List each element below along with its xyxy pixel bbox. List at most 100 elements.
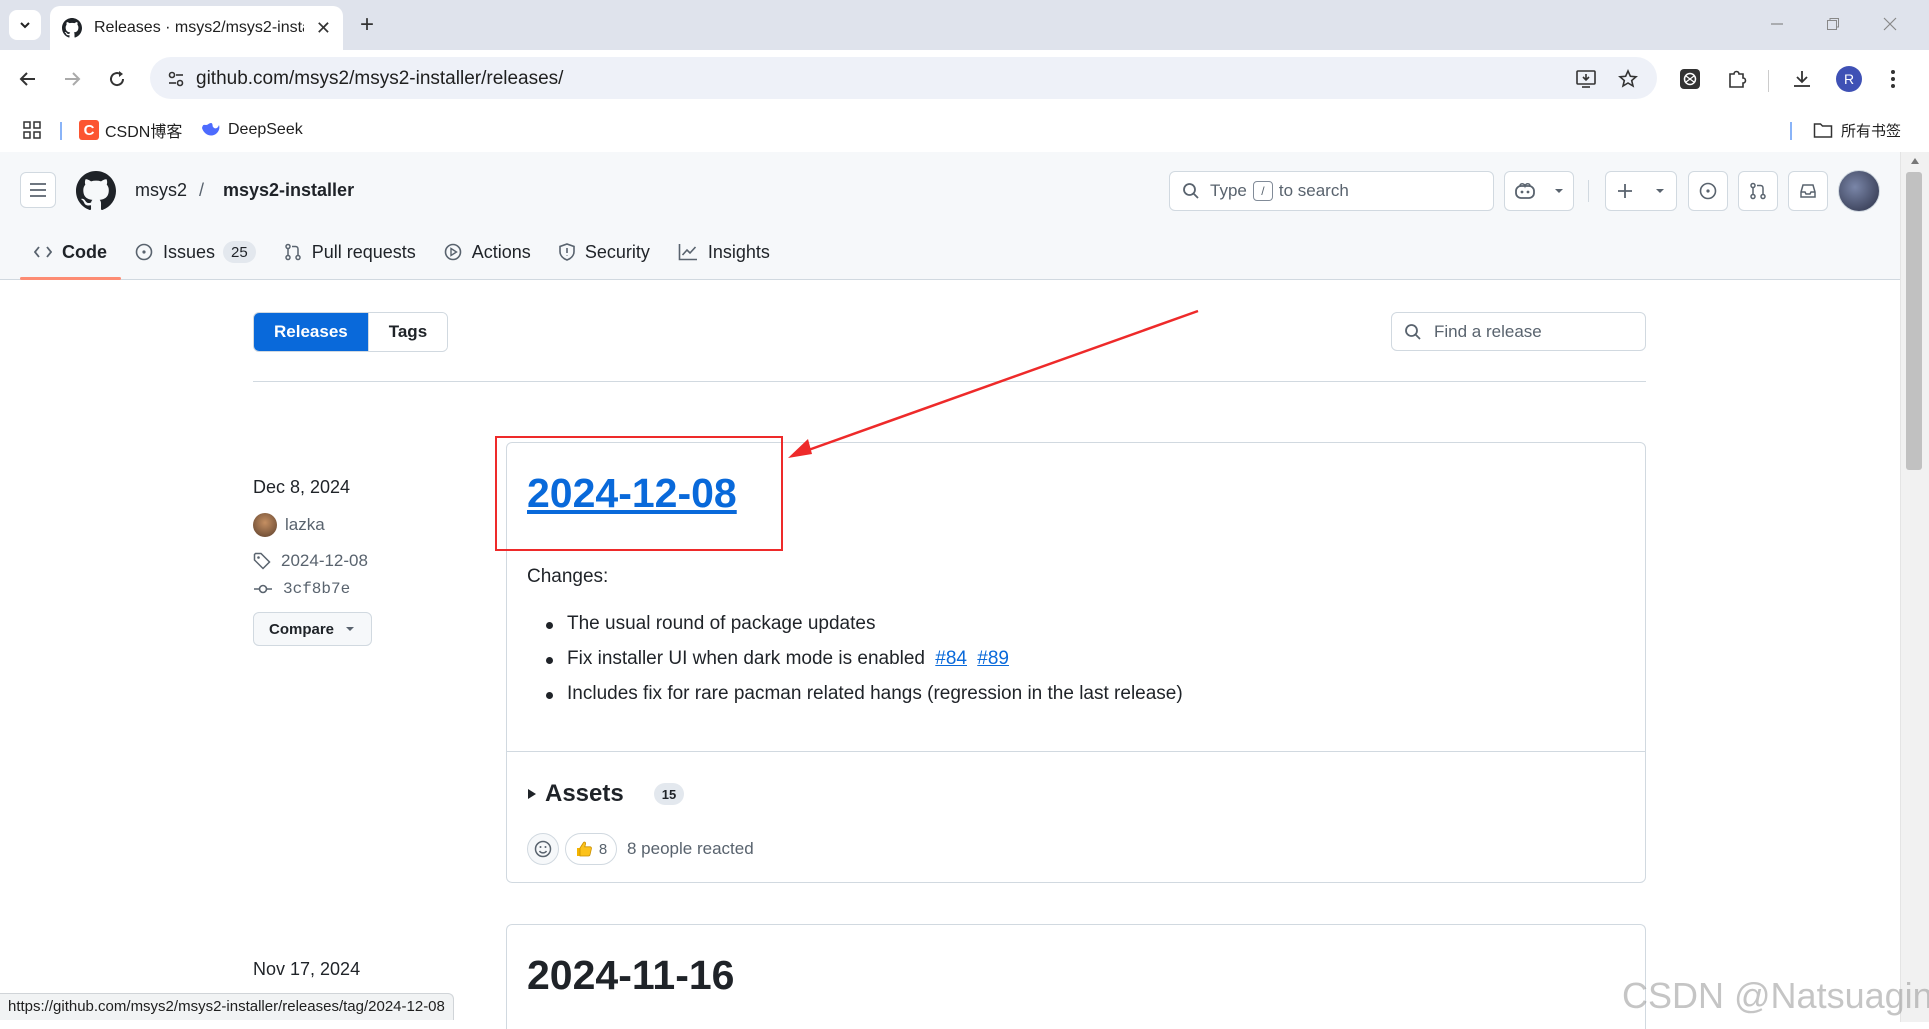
copilot-icon xyxy=(1514,182,1535,199)
tab-label: Actions xyxy=(471,241,531,262)
triangle-right-icon xyxy=(528,789,536,799)
issue-link-84[interactable]: #84 xyxy=(935,648,967,669)
releases-tab[interactable]: Releases xyxy=(254,313,368,351)
release-author[interactable]: lazka xyxy=(253,513,325,537)
assets-count-badge: 15 xyxy=(653,783,685,805)
forward-icon[interactable] xyxy=(57,64,87,94)
chevron-down-icon xyxy=(1554,189,1563,193)
extensions-icon[interactable] xyxy=(1722,64,1752,94)
thumbs-up-reaction[interactable]: 8 xyxy=(565,833,617,865)
assets-label: Assets xyxy=(545,780,624,807)
tab-code[interactable]: Code xyxy=(20,232,121,280)
reload-icon[interactable] xyxy=(102,64,132,94)
release-commit-link[interactable]: 3cf8b7e xyxy=(253,580,350,598)
download-icon[interactable] xyxy=(1787,64,1817,94)
all-bookmarks-folder[interactable]: 所有书签 xyxy=(1813,118,1901,142)
repo-owner-link[interactable]: msys2 xyxy=(135,180,187,201)
tab-insights[interactable]: Insights xyxy=(664,232,784,272)
hamburger-menu-button[interactable] xyxy=(20,172,56,208)
browser-tab-active[interactable]: Releases · msys2/msys2-installer ✕ xyxy=(50,6,343,50)
release-date: Nov 17, 2024 xyxy=(253,959,361,979)
issues-shortcut-button[interactable] xyxy=(1688,171,1728,211)
search-icon xyxy=(1183,183,1199,199)
tag-icon xyxy=(253,552,271,570)
csdn-logo-icon: C xyxy=(79,120,99,140)
pull-requests-shortcut-button[interactable] xyxy=(1738,171,1778,211)
reaction-summary: 8 people reacted xyxy=(627,839,754,858)
browser-tab-strip: Releases · msys2/msys2-installer ✕ + xyxy=(0,0,1929,50)
tab-label: Insights xyxy=(707,241,770,262)
compare-button[interactable]: Compare xyxy=(253,612,372,646)
deepseek-logo-icon xyxy=(202,123,220,136)
create-new-button[interactable] xyxy=(1605,171,1677,211)
tab-pull-requests[interactable]: Pull requests xyxy=(270,232,430,272)
tab-close-icon[interactable]: ✕ xyxy=(316,18,331,39)
tags-tab[interactable]: Tags xyxy=(367,313,448,351)
release-title-link[interactable]: 2024-11-16 xyxy=(527,952,734,999)
bookmark-deepseek[interactable]: DeepSeek xyxy=(200,118,303,142)
address-bar[interactable]: github.com/msys2/msys2-installer/release… xyxy=(150,57,1657,99)
copilot-button[interactable] xyxy=(1504,171,1574,211)
scrollbar-thumb[interactable] xyxy=(1906,172,1922,470)
repo-nav: Code Issues 25 Pull requests Actions Sec… xyxy=(20,232,784,280)
back-icon[interactable] xyxy=(13,64,43,94)
find-release-input[interactable]: Find a release xyxy=(1391,312,1646,351)
annotation-highlight-box xyxy=(495,436,783,551)
tab-issues[interactable]: Issues 25 xyxy=(121,232,270,272)
tab-security[interactable]: Security xyxy=(545,232,664,272)
issue-link-89[interactable]: #89 xyxy=(977,648,1009,669)
list-item: The usual round of package updates xyxy=(546,613,1183,648)
bookmark-csdn[interactable]: C CSDN博客 xyxy=(79,118,182,142)
list-item: Fix installer UI when dark mode is enabl… xyxy=(546,648,1183,683)
bookmark-separator xyxy=(60,122,62,140)
bookmarks-bar: C CSDN博客 DeepSeek 所有书签 xyxy=(0,108,1929,152)
chevron-down-icon xyxy=(20,22,30,29)
issues-count-badge: 25 xyxy=(223,241,256,263)
add-reaction-button[interactable] xyxy=(527,833,559,865)
more-menu-icon[interactable] xyxy=(1878,64,1908,94)
git-pull-request-icon xyxy=(284,243,301,261)
github-mark-icon[interactable] xyxy=(76,171,116,211)
change-text: Fix installer UI when dark mode is enabl… xyxy=(567,648,926,669)
window-close-icon[interactable] xyxy=(1870,12,1910,36)
restore-icon[interactable] xyxy=(1813,12,1853,36)
tab-label: Security xyxy=(584,241,650,262)
code-icon xyxy=(34,246,52,258)
github-search-input[interactable]: Type / to search xyxy=(1169,171,1494,211)
annotation-arrow-icon xyxy=(788,309,1199,458)
bookmark-star-icon[interactable] xyxy=(1616,67,1640,91)
scroll-up-icon xyxy=(1911,158,1919,164)
change-text: The usual round of package updates xyxy=(567,613,876,634)
user-avatar[interactable] xyxy=(1838,170,1880,212)
toolbar-divider xyxy=(1768,70,1769,92)
address-url[interactable]: github.com/msys2/msys2-installer/release… xyxy=(196,68,563,90)
author-avatar xyxy=(253,513,277,537)
site-info-icon[interactable] xyxy=(164,67,188,91)
profile-avatar[interactable]: R xyxy=(1836,66,1862,92)
tab-label: Pull requests xyxy=(311,241,416,262)
release-tag-link[interactable]: 2024-12-08 xyxy=(253,551,368,571)
tab-search-button[interactable] xyxy=(9,10,41,40)
browser-toolbar: github.com/msys2/msys2-installer/release… xyxy=(0,50,1929,108)
status-bar-url: https://github.com/msys2/msys2-installer… xyxy=(0,993,454,1020)
watermark-text: CSDN @Natsuagin xyxy=(1622,975,1929,1016)
repo-name-link[interactable]: msys2-installer xyxy=(223,180,354,201)
chatgpt-extension-icon[interactable] xyxy=(1675,64,1705,94)
play-icon xyxy=(444,243,462,261)
inbox-button[interactable] xyxy=(1788,171,1828,211)
changes-list: The usual round of package updates Fix i… xyxy=(546,613,1183,718)
tab-actions[interactable]: Actions xyxy=(430,232,545,272)
assets-toggle[interactable]: Assets 15 xyxy=(527,780,685,808)
tag-name: 2024-12-08 xyxy=(281,551,368,570)
issue-opened-icon xyxy=(1699,182,1717,200)
apps-grid-icon[interactable] xyxy=(22,118,42,142)
new-tab-button[interactable]: + xyxy=(352,10,382,40)
install-app-icon[interactable] xyxy=(1574,67,1598,91)
bookmark-label: CSDN博客 xyxy=(105,124,183,141)
compare-label: Compare xyxy=(268,620,335,638)
bookmark-label: DeepSeek xyxy=(228,121,303,138)
page-scrollbar[interactable] xyxy=(1900,152,1929,1022)
minimize-icon[interactable] xyxy=(1757,12,1797,36)
github-logo-icon xyxy=(62,18,82,38)
all-bookmarks-label: 所有书签 xyxy=(1841,122,1902,140)
